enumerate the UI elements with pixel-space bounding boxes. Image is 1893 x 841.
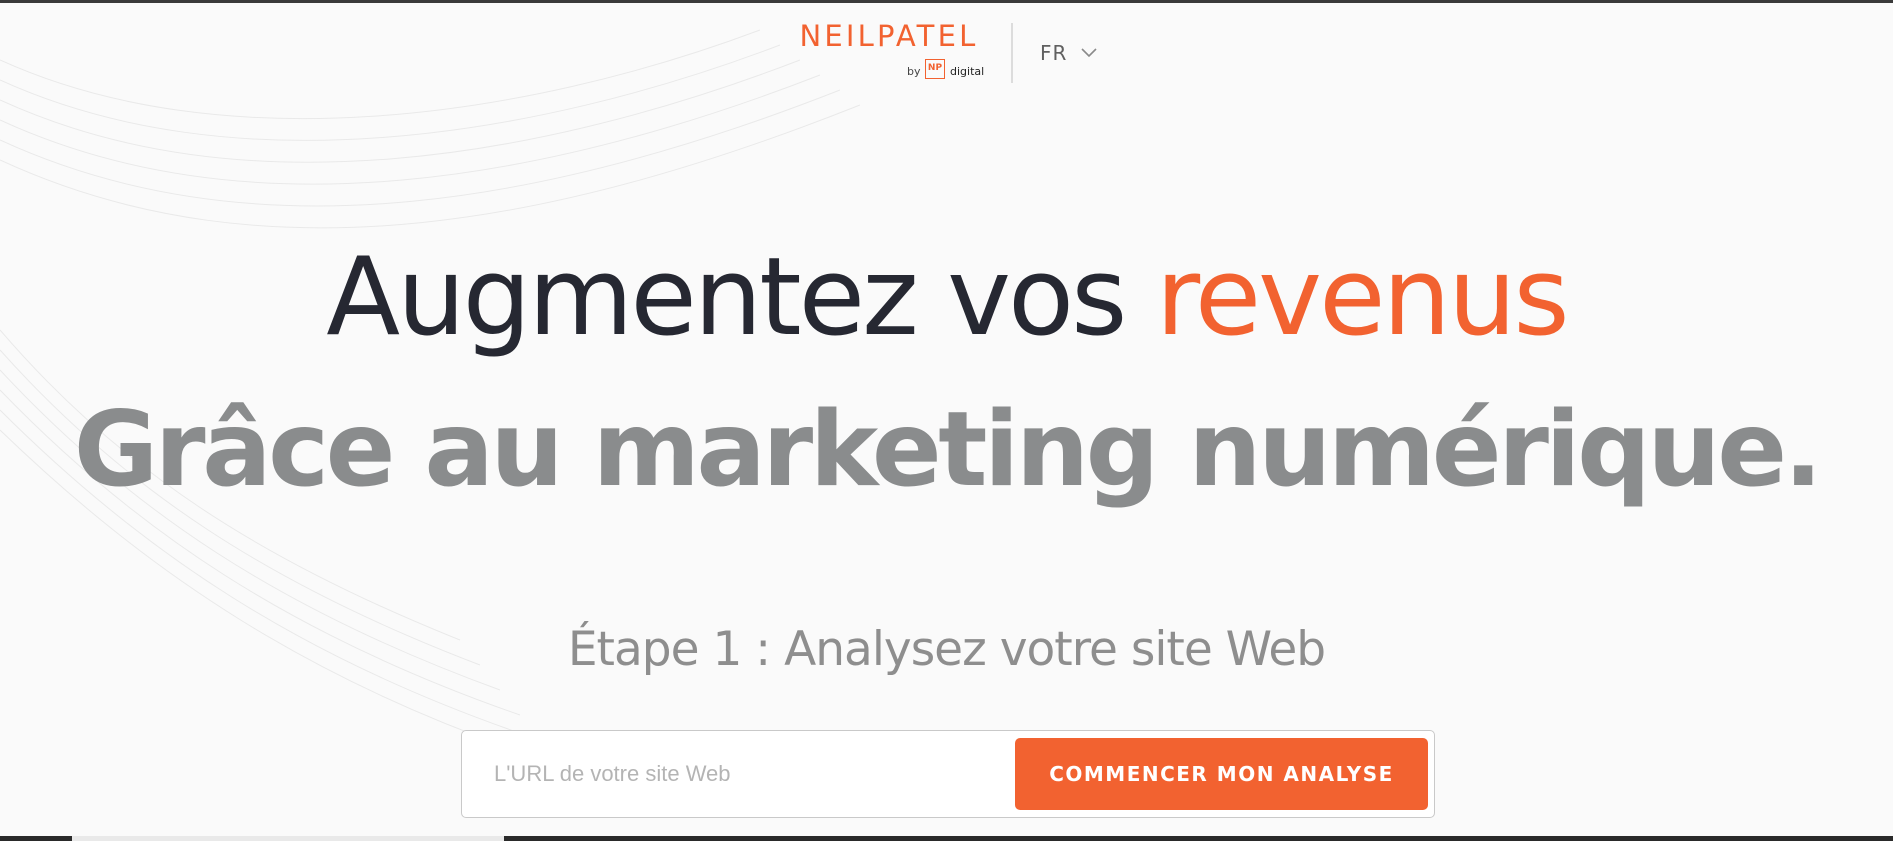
hero-headline-main: Augmentez vos [326,235,1156,360]
header-divider [1011,23,1013,83]
url-analysis-form: COMMENCER MON ANALYSE [461,730,1435,818]
url-input[interactable] [494,749,1034,799]
language-label: FR [1040,41,1068,65]
taskbar-segment [72,836,504,841]
brand-wordmark: NEILPATEL [799,19,979,53]
np-logo-icon: NP [925,59,945,79]
brand-logo[interactable]: NEILPATEL by NP digital [793,19,985,85]
language-selector[interactable]: FR [1040,37,1097,69]
chevron-down-icon [1081,48,1097,58]
brand-digital-text: digital [950,65,985,78]
hero-headline: Augmentez vos revenus [0,228,1893,368]
window-bottom-border [0,836,1893,841]
hero-subheadline: Grâce au marketing numérique. [73,390,1823,510]
step-label: Étape 1 : Analysez votre site Web [567,622,1326,677]
hero-headline-accent: revenus [1155,235,1570,360]
start-analysis-button[interactable]: COMMENCER MON ANALYSE [1015,738,1428,810]
brand-by-text: by [907,65,921,78]
site-header: NEILPATEL by NP digital FR [0,3,1893,93]
